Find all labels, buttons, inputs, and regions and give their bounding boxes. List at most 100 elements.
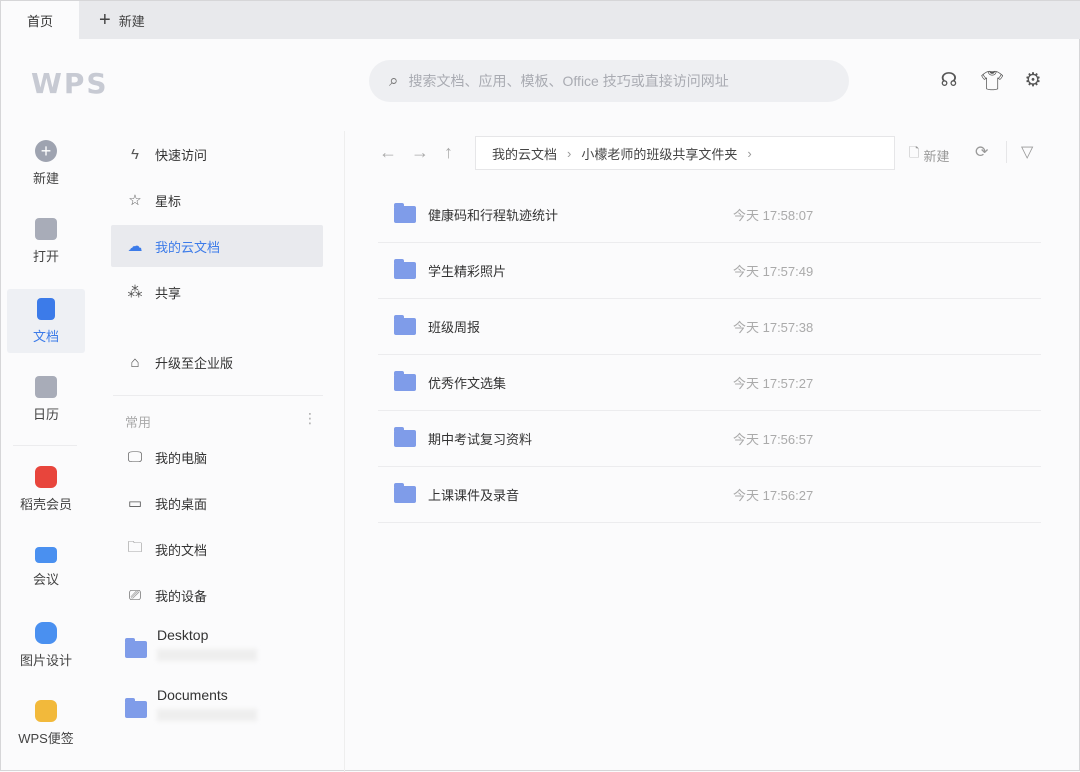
folder-icon [394,486,416,503]
file-row[interactable]: 期中考试复习资料今天 17:56:57 [378,411,1041,467]
skin-shirt-icon[interactable]: 👕︎ [980,69,1004,93]
computer-icon: 🖵︎ [125,449,145,466]
section-title-common: 常用 [125,412,151,431]
file-modified-time: 今天 17:56:27 [733,485,813,504]
chevron-right-icon: › [567,146,571,161]
desktop-icon: ▭ [125,494,145,512]
nav-label: 我的文档 [155,540,207,559]
file-row[interactable]: 健康码和行程轨迹统计今天 17:58:07 [378,187,1041,243]
breadcrumb: 我的云文档 › 小檬老师的班级共享文件夹 › [475,136,895,170]
docer-icon [35,466,57,488]
rail-new[interactable]: + 新建 [7,131,85,195]
new-file-button[interactable]: 🗋︎新建 [909,144,949,166]
nav-upgrade-enterprise[interactable]: ⌂ 升级至企业版 [111,341,323,383]
file-name: 学生精彩照片 [428,261,733,280]
rail-label: 日历 [33,404,59,423]
nav-my-devices[interactable]: ⎚我的设备 [111,574,323,616]
rail-open[interactable]: 打开 [7,209,85,273]
folder-icon [125,701,147,718]
nav-quick-access[interactable]: ϟ快速访问 [111,133,323,175]
nav-label: 星标 [155,191,181,210]
tab-home-label: 首页 [27,11,53,30]
new-tab-button[interactable]: + 新建 [99,1,145,39]
file-modified-time: 今天 17:57:49 [733,261,813,280]
file-name: 班级周报 [428,317,733,336]
headset-icon[interactable]: ☊ [937,69,961,93]
folder-icon [35,218,57,240]
wps-logo: WPS [31,67,109,100]
nav-label: 我的云文档 [155,237,220,256]
file-name: 健康码和行程轨迹统计 [428,205,733,224]
calendar-icon [35,376,57,398]
tab-bar: 首页 + 新建 [1,1,1080,39]
folder-icon [394,430,416,447]
tab-home[interactable]: 首页 [1,1,79,39]
nav-label: 我的电脑 [155,448,207,467]
building-icon: ⌂ [125,354,145,371]
file-row[interactable]: 学生精彩照片今天 17:57:49 [378,243,1041,299]
refresh-button[interactable]: ⟳ [975,142,988,162]
folder-shortcut-icon: 🗀︎ [125,537,145,562]
rail-label: 新建 [33,168,59,187]
file-row[interactable]: 上课课件及录音今天 17:56:27 [378,467,1041,523]
meeting-icon [35,547,57,563]
nav-folder-desktop[interactable]: Desktop [111,623,323,675]
nav-folder-documents[interactable]: Documents [111,683,323,735]
rail-label: 文档 [33,326,59,345]
filter-button[interactable]: ▽ [1021,142,1033,162]
new-file-icon: 🗋︎ [909,144,919,166]
nav-share[interactable]: ⁂ 共享 [111,271,323,313]
rail-label: WPS便签 [18,728,74,747]
note-icon [35,700,57,722]
lightning-icon: ϟ [125,146,145,163]
search-input[interactable]: ⌕ 搜索文档、应用、模板、Office 技巧或直接访问网址 [369,60,849,102]
nav-my-cloud-docs[interactable]: ☁ 我的云文档 [111,225,323,267]
nav-starred[interactable]: ☆ 星标 [111,179,323,221]
breadcrumb-item[interactable]: 我的云文档 [492,144,557,163]
plus-icon: + [99,9,111,32]
gear-icon[interactable]: ⚙ [1021,69,1045,93]
nav-my-computer[interactable]: 🖵︎ 我的电脑 [111,436,323,478]
search-icon: ⌕ [389,71,399,91]
file-modified-time: 今天 17:57:27 [733,373,813,392]
rail-image-design[interactable]: 图片设计 [7,613,85,677]
star-icon: ☆ [125,191,145,209]
file-modified-time: 今天 17:58:07 [733,205,813,224]
breadcrumb-item[interactable]: 小檬老师的班级共享文件夹 [581,144,737,163]
folder-icon [394,374,416,391]
rail-label: 会议 [33,569,59,588]
folder-icon [394,262,416,279]
file-name: 优秀作文选集 [428,373,733,392]
cloud-icon: ☁ [125,237,145,255]
file-modified-time: 今天 17:56:57 [733,429,813,448]
forward-button[interactable]: → [411,142,429,163]
nav-label: Desktop [157,627,257,643]
nav-my-documents[interactable]: 🗀︎ 我的文档 [111,528,323,570]
up-button[interactable]: ↑ [444,142,453,163]
nav-label: 共享 [155,283,181,302]
nav-my-desktop[interactable]: ▭我的桌面 [111,482,323,524]
file-name: 期中考试复习资料 [428,429,733,448]
nav-label: 升级至企业版 [155,353,233,372]
document-icon [37,298,55,320]
file-row[interactable]: 优秀作文选集今天 17:57:27 [378,355,1041,411]
rail-meeting[interactable]: 会议 [7,535,85,599]
rail-documents[interactable]: 文档 [7,289,85,353]
file-row[interactable]: 班级周报今天 17:57:38 [378,299,1041,355]
rail-calendar[interactable]: 日历 [7,367,85,431]
chevron-right-icon: › [747,146,751,161]
devices-icon: ⎚ [125,587,145,604]
file-name: 上课课件及录音 [428,485,733,504]
folder-icon [394,206,416,223]
rail-label: 稻壳会员 [20,494,72,513]
file-modified-time: 今天 17:57:38 [733,317,813,336]
new-tab-label: 新建 [119,11,145,30]
new-label: 新建 [923,146,949,165]
more-icon[interactable]: ⋮ [303,410,317,427]
back-button[interactable]: ← [379,142,397,163]
rail-label: 打开 [33,246,59,265]
plus-circle-icon: + [35,140,57,162]
rail-docer[interactable]: 稻壳会员 [7,457,85,521]
share-icon: ⁂ [125,283,145,301]
rail-notes[interactable]: WPS便签 [7,691,85,755]
